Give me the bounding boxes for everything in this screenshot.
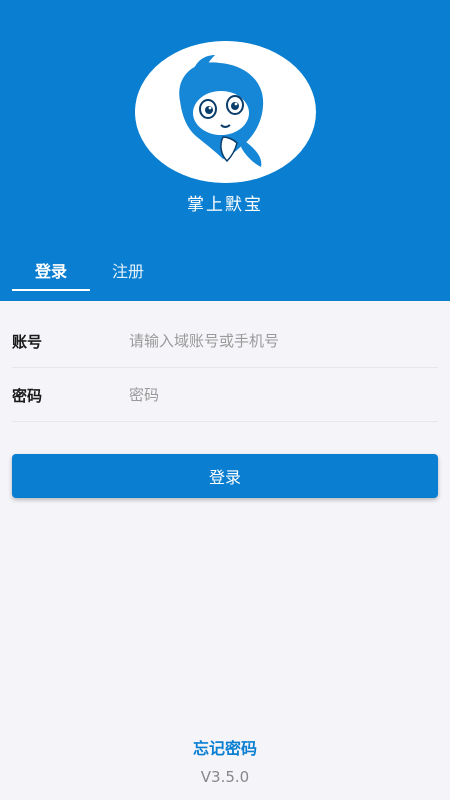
- version-text: V3.5.0: [200, 768, 250, 786]
- header-banner: 掌上默宝 登录 注册: [0, 0, 450, 301]
- login-screen: 掌上默宝 登录 注册 账号 密码 登录 忘记密码 V3.5.0: [0, 0, 450, 800]
- dolphin-mascot-icon: [135, 41, 315, 183]
- login-button[interactable]: 登录: [12, 454, 438, 498]
- password-input[interactable]: [129, 386, 438, 404]
- account-input[interactable]: [129, 332, 438, 350]
- app-logo: [135, 41, 316, 183]
- account-row: 账号: [12, 315, 438, 368]
- account-label: 账号: [12, 332, 43, 351]
- app-title: 掌上默宝: [187, 195, 263, 215]
- password-label: 密码: [12, 386, 43, 405]
- password-row: 密码: [12, 369, 438, 422]
- active-tab-indicator: [12, 289, 90, 291]
- tab-register[interactable]: 注册: [98, 258, 158, 291]
- auth-tabs: 登录 注册: [0, 258, 450, 301]
- forgot-password-link[interactable]: 忘记密码: [0, 735, 450, 759]
- tab-login[interactable]: 登录: [12, 258, 90, 291]
